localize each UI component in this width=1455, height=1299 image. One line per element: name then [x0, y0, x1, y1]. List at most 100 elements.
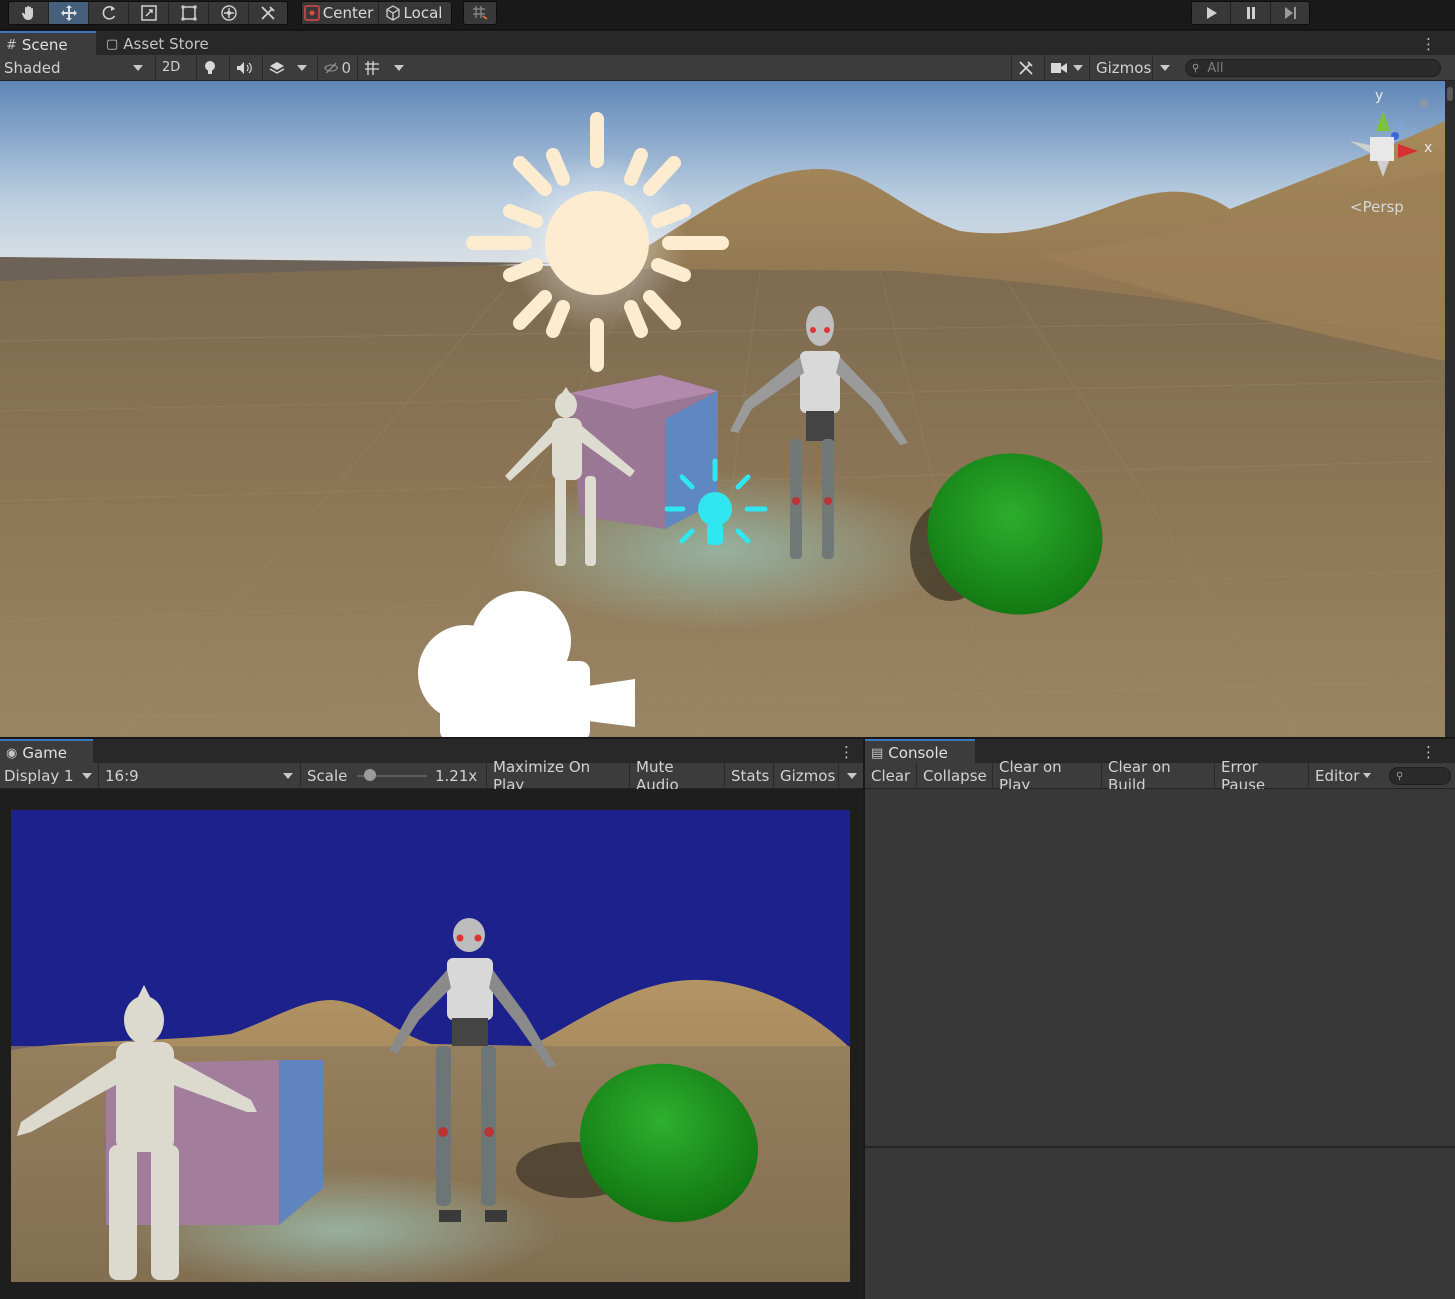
step-button[interactable]	[1271, 2, 1309, 24]
transform-tools	[8, 1, 288, 25]
transform-icon	[220, 5, 237, 21]
shading-mode-dropdown[interactable]: Shaded	[0, 55, 152, 80]
display-dropdown[interactable]: Display 1	[0, 763, 98, 788]
gizmos-dropdown[interactable]: Gizmos	[1089, 55, 1177, 80]
lighting-toggle[interactable]	[196, 55, 226, 80]
mute-audio-toggle[interactable]: Mute Audio	[629, 758, 724, 794]
display-label: Display 1	[4, 766, 74, 785]
rect-transform-icon	[181, 5, 196, 21]
scene-scrollbar[interactable]	[1445, 81, 1455, 737]
chevron-down-icon	[133, 65, 143, 71]
tab-asset-store[interactable]: ▢ Asset Store	[100, 31, 220, 57]
clear-label: Clear	[871, 766, 911, 785]
scene-search-placeholder: All	[1207, 60, 1224, 76]
lightbulb-icon	[205, 60, 215, 74]
tab-scene[interactable]: # Scene	[0, 31, 96, 57]
console-menu-icon[interactable]: ⋮	[1421, 743, 1436, 761]
console-log-list[interactable]	[865, 789, 1455, 1299]
scene-tools-button[interactable]	[1011, 55, 1044, 80]
error-pause-toggle[interactable]: Error Pause	[1214, 758, 1308, 794]
rect-tool-button[interactable]	[169, 2, 209, 24]
pause-button[interactable]	[1231, 2, 1271, 24]
chevron-down-icon	[82, 773, 92, 779]
chevron-down-icon	[297, 64, 307, 71]
eye-off-icon	[324, 62, 339, 73]
scene-viewport[interactable]: y x z <Persp	[0, 81, 1445, 737]
transform-tool-button[interactable]	[209, 2, 249, 24]
custom-tool-button[interactable]	[249, 2, 287, 24]
scene-search-input[interactable]: ⚲ All	[1185, 59, 1441, 77]
editor-dropdown[interactable]: Editor	[1308, 763, 1374, 788]
hidden-count: 0	[341, 58, 351, 77]
chevron-down-icon	[1073, 64, 1083, 71]
console-icon: ▤	[871, 745, 884, 761]
scale-tool-button[interactable]	[129, 2, 169, 24]
snap-group	[463, 1, 497, 25]
axis-z-label: z	[1398, 119, 1404, 132]
editor-label: Editor	[1315, 766, 1360, 785]
speaker-icon	[237, 61, 252, 74]
scale-value: 1.21x	[435, 766, 478, 785]
tab-asset-store-label: Asset Store	[123, 35, 209, 53]
scene-tabbar: # Scene ▢ Asset Store ⋮	[0, 31, 1455, 57]
main-toolbar: Center Local	[0, 0, 1455, 30]
rotate-icon	[102, 6, 115, 20]
tools-icon	[1019, 60, 1033, 75]
tab-game[interactable]: ◉ Game	[0, 739, 93, 765]
move-tool-button[interactable]	[49, 2, 89, 24]
bag-icon: ▢	[106, 36, 119, 52]
clear-button[interactable]: Clear	[865, 763, 916, 788]
axis-y-label: y	[1375, 88, 1384, 104]
collapse-toggle[interactable]: Collapse	[916, 763, 992, 788]
pause-icon	[1246, 7, 1255, 19]
step-icon	[1285, 7, 1296, 19]
tab-console[interactable]: ▤ Console	[865, 739, 975, 765]
camera-settings-dropdown[interactable]	[1044, 55, 1089, 80]
game-gizmos-dropdown[interactable]: Gizmos	[773, 763, 863, 788]
move-icon	[60, 5, 77, 21]
pivot-mode-button[interactable]: Center	[302, 2, 379, 24]
game-menu-icon[interactable]: ⋮	[839, 743, 854, 761]
search-icon: ⚲	[1396, 770, 1404, 782]
layers-icon	[269, 61, 285, 74]
shading-mode-label: Shaded	[4, 58, 61, 77]
game-render	[11, 810, 850, 1282]
maximize-on-play-toggle[interactable]: Maximize On Play	[486, 758, 629, 794]
2d-toggle-button[interactable]: 2D	[155, 55, 193, 80]
clear-on-build-toggle[interactable]: Clear on Build	[1101, 758, 1214, 794]
chevron-down-icon	[1363, 773, 1372, 778]
chevron-down-icon	[847, 773, 857, 779]
scrollbar-thumb[interactable]	[1447, 87, 1453, 101]
console-detail-splitter[interactable]	[865, 1146, 1455, 1148]
scene-menu-icon[interactable]: ⋮	[1421, 35, 1436, 53]
console-search-input[interactable]: ⚲	[1389, 767, 1451, 785]
effects-dropdown[interactable]	[262, 55, 317, 80]
grid-snap-button[interactable]	[464, 2, 496, 24]
stats-toggle[interactable]: Stats	[724, 763, 774, 788]
aspect-dropdown[interactable]: 16:9	[98, 763, 298, 788]
grid-dropdown[interactable]	[357, 55, 411, 80]
scale-slider-knob[interactable]	[364, 769, 376, 781]
aspect-label: 16:9	[105, 766, 139, 785]
axis-x-label: x	[1424, 140, 1433, 156]
chevron-left-icon: <	[1350, 198, 1363, 216]
chevron-down-icon	[1160, 65, 1170, 71]
play-button[interactable]	[1192, 2, 1231, 24]
hidden-objects-toggle[interactable]: 0	[317, 55, 357, 80]
playback-controls	[1191, 1, 1310, 25]
pivot-rotation-button[interactable]: Local	[379, 2, 451, 24]
pivot-rotation-label: Local	[403, 4, 443, 22]
gizmos-divider	[838, 763, 839, 788]
game-tabbar: ◉ Game ⋮	[0, 739, 863, 765]
audio-toggle[interactable]	[229, 55, 259, 80]
pivot-center-icon	[304, 5, 320, 21]
grid-icon: #	[6, 37, 17, 53]
projection-toggle[interactable]: <Persp	[1350, 198, 1404, 216]
tab-console-label: Console	[888, 744, 948, 762]
console-toolbar: Clear Collapse Clear on Play Clear on Bu…	[865, 758, 1455, 794]
clear-on-play-toggle[interactable]: Clear on Play	[992, 758, 1101, 794]
rotate-tool-button[interactable]	[89, 2, 129, 24]
hand-tool-button[interactable]	[9, 2, 49, 24]
game-viewport[interactable]	[11, 810, 850, 1282]
gamepad-icon: ◉	[6, 745, 18, 761]
